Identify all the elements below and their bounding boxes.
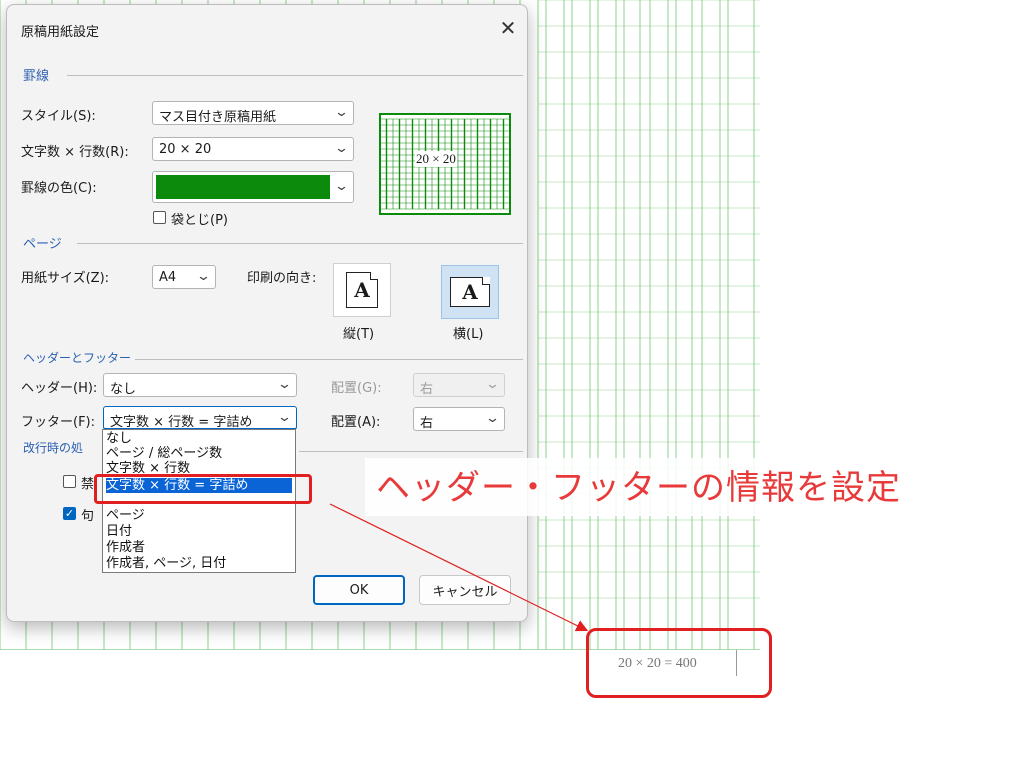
section-ruled-lines: 罫線 xyxy=(23,69,50,84)
orientation-label: 印刷の向き: xyxy=(247,271,317,286)
portrait-page-icon: A xyxy=(346,272,378,308)
fukuro-checkbox[interactable] xyxy=(153,211,166,224)
footer-align-label: 配置(A): xyxy=(331,415,381,430)
header-align-value: 右 xyxy=(420,382,434,397)
portrait-button[interactable]: A xyxy=(333,263,391,317)
footer-option[interactable]: なし xyxy=(106,431,132,446)
footer-option[interactable]: ページ / 総ページ数 xyxy=(106,446,222,461)
section-divider xyxy=(299,451,523,452)
dialog-title: 原稿用紙設定 xyxy=(21,25,100,40)
fukuro-label[interactable]: 袋とじ(P) xyxy=(171,209,228,228)
chevron-down-icon: ⌄ xyxy=(333,179,350,194)
footer-option[interactable]: 作成者, ページ, 日付 xyxy=(106,556,226,571)
close-button[interactable]: ✕ xyxy=(493,13,523,43)
chevron-down-icon: ⌄ xyxy=(276,377,293,392)
footer-highlight-box xyxy=(586,628,772,698)
landscape-button[interactable]: A xyxy=(441,265,499,319)
chevron-down-icon: ⌄ xyxy=(333,105,350,120)
paper-margin xyxy=(860,0,1024,758)
style-label: スタイル(S): xyxy=(21,109,96,124)
chevron-down-icon: ⌄ xyxy=(333,141,350,156)
section-line-break: 改行時の処 xyxy=(23,441,84,455)
footer-option[interactable]: 日付 xyxy=(106,524,132,539)
kutouten-label: 句 xyxy=(81,509,95,524)
section-divider xyxy=(135,359,523,360)
portrait-label: 縦(T) xyxy=(343,327,375,342)
chevron-down-icon: ⌄ xyxy=(195,269,212,284)
section-divider xyxy=(67,75,523,76)
section-header-footer: ヘッダーとフッター xyxy=(23,351,132,365)
grid-label: 文字数 × 行数(R): xyxy=(21,145,129,160)
landscape-label: 横(L) xyxy=(453,327,484,342)
annotation-text: ヘッダー・フッターの情報を設定 xyxy=(376,468,901,508)
style-select-value: マス目付き原稿用紙 xyxy=(159,110,277,125)
footer-select-value: 文字数 × 行数 = 字詰め xyxy=(110,415,253,430)
section-page: ページ xyxy=(23,237,62,252)
kinsoku-checkbox[interactable] xyxy=(63,475,76,488)
header-select[interactable]: なし ⌄ xyxy=(103,373,297,397)
color-swatch xyxy=(156,175,330,199)
chevron-down-icon: ⌄ xyxy=(484,377,501,392)
line-color-label: 罫線の色(C): xyxy=(21,181,97,196)
footer-align-value: 右 xyxy=(420,416,434,431)
kinsoku-label: 禁 xyxy=(81,477,95,492)
chevron-down-icon: ⌄ xyxy=(276,410,293,425)
footer-option[interactable]: ページ xyxy=(106,508,145,523)
close-icon: ✕ xyxy=(499,16,517,40)
footer-align-select[interactable]: 右 ⌄ xyxy=(413,407,505,431)
header-select-value: なし xyxy=(110,382,137,397)
footer-option[interactable]: 作成者 xyxy=(106,540,145,555)
footer-label: フッター(F): xyxy=(21,415,96,430)
paper-size-label: 用紙サイズ(Z): xyxy=(21,271,110,286)
grid-preview-label: 20 × 20 xyxy=(415,151,457,167)
cancel-button[interactable]: キャンセル xyxy=(419,575,511,605)
ok-button[interactable]: OK xyxy=(313,575,405,605)
paper-size-select[interactable]: A4 ⌄ xyxy=(152,265,216,289)
section-divider xyxy=(77,243,523,244)
kutouten-checkbox[interactable]: ✓ xyxy=(63,507,76,520)
footer-select[interactable]: 文字数 × 行数 = 字詰め ⌄ xyxy=(103,406,297,430)
header-align-label: 配置(G): xyxy=(331,381,382,396)
grid-select[interactable]: 20 × 20 ⌄ xyxy=(152,137,354,161)
paper-size-value: A4 xyxy=(159,270,177,285)
header-label: ヘッダー(H): xyxy=(21,381,98,396)
option-highlight-box xyxy=(94,474,312,504)
grid-select-value: 20 × 20 xyxy=(159,142,212,157)
style-select[interactable]: マス目付き原稿用紙 ⌄ xyxy=(152,101,354,125)
header-align-select[interactable]: 右 ⌄ xyxy=(413,373,505,397)
landscape-page-icon: A xyxy=(450,277,490,307)
chevron-down-icon: ⌄ xyxy=(484,411,501,426)
